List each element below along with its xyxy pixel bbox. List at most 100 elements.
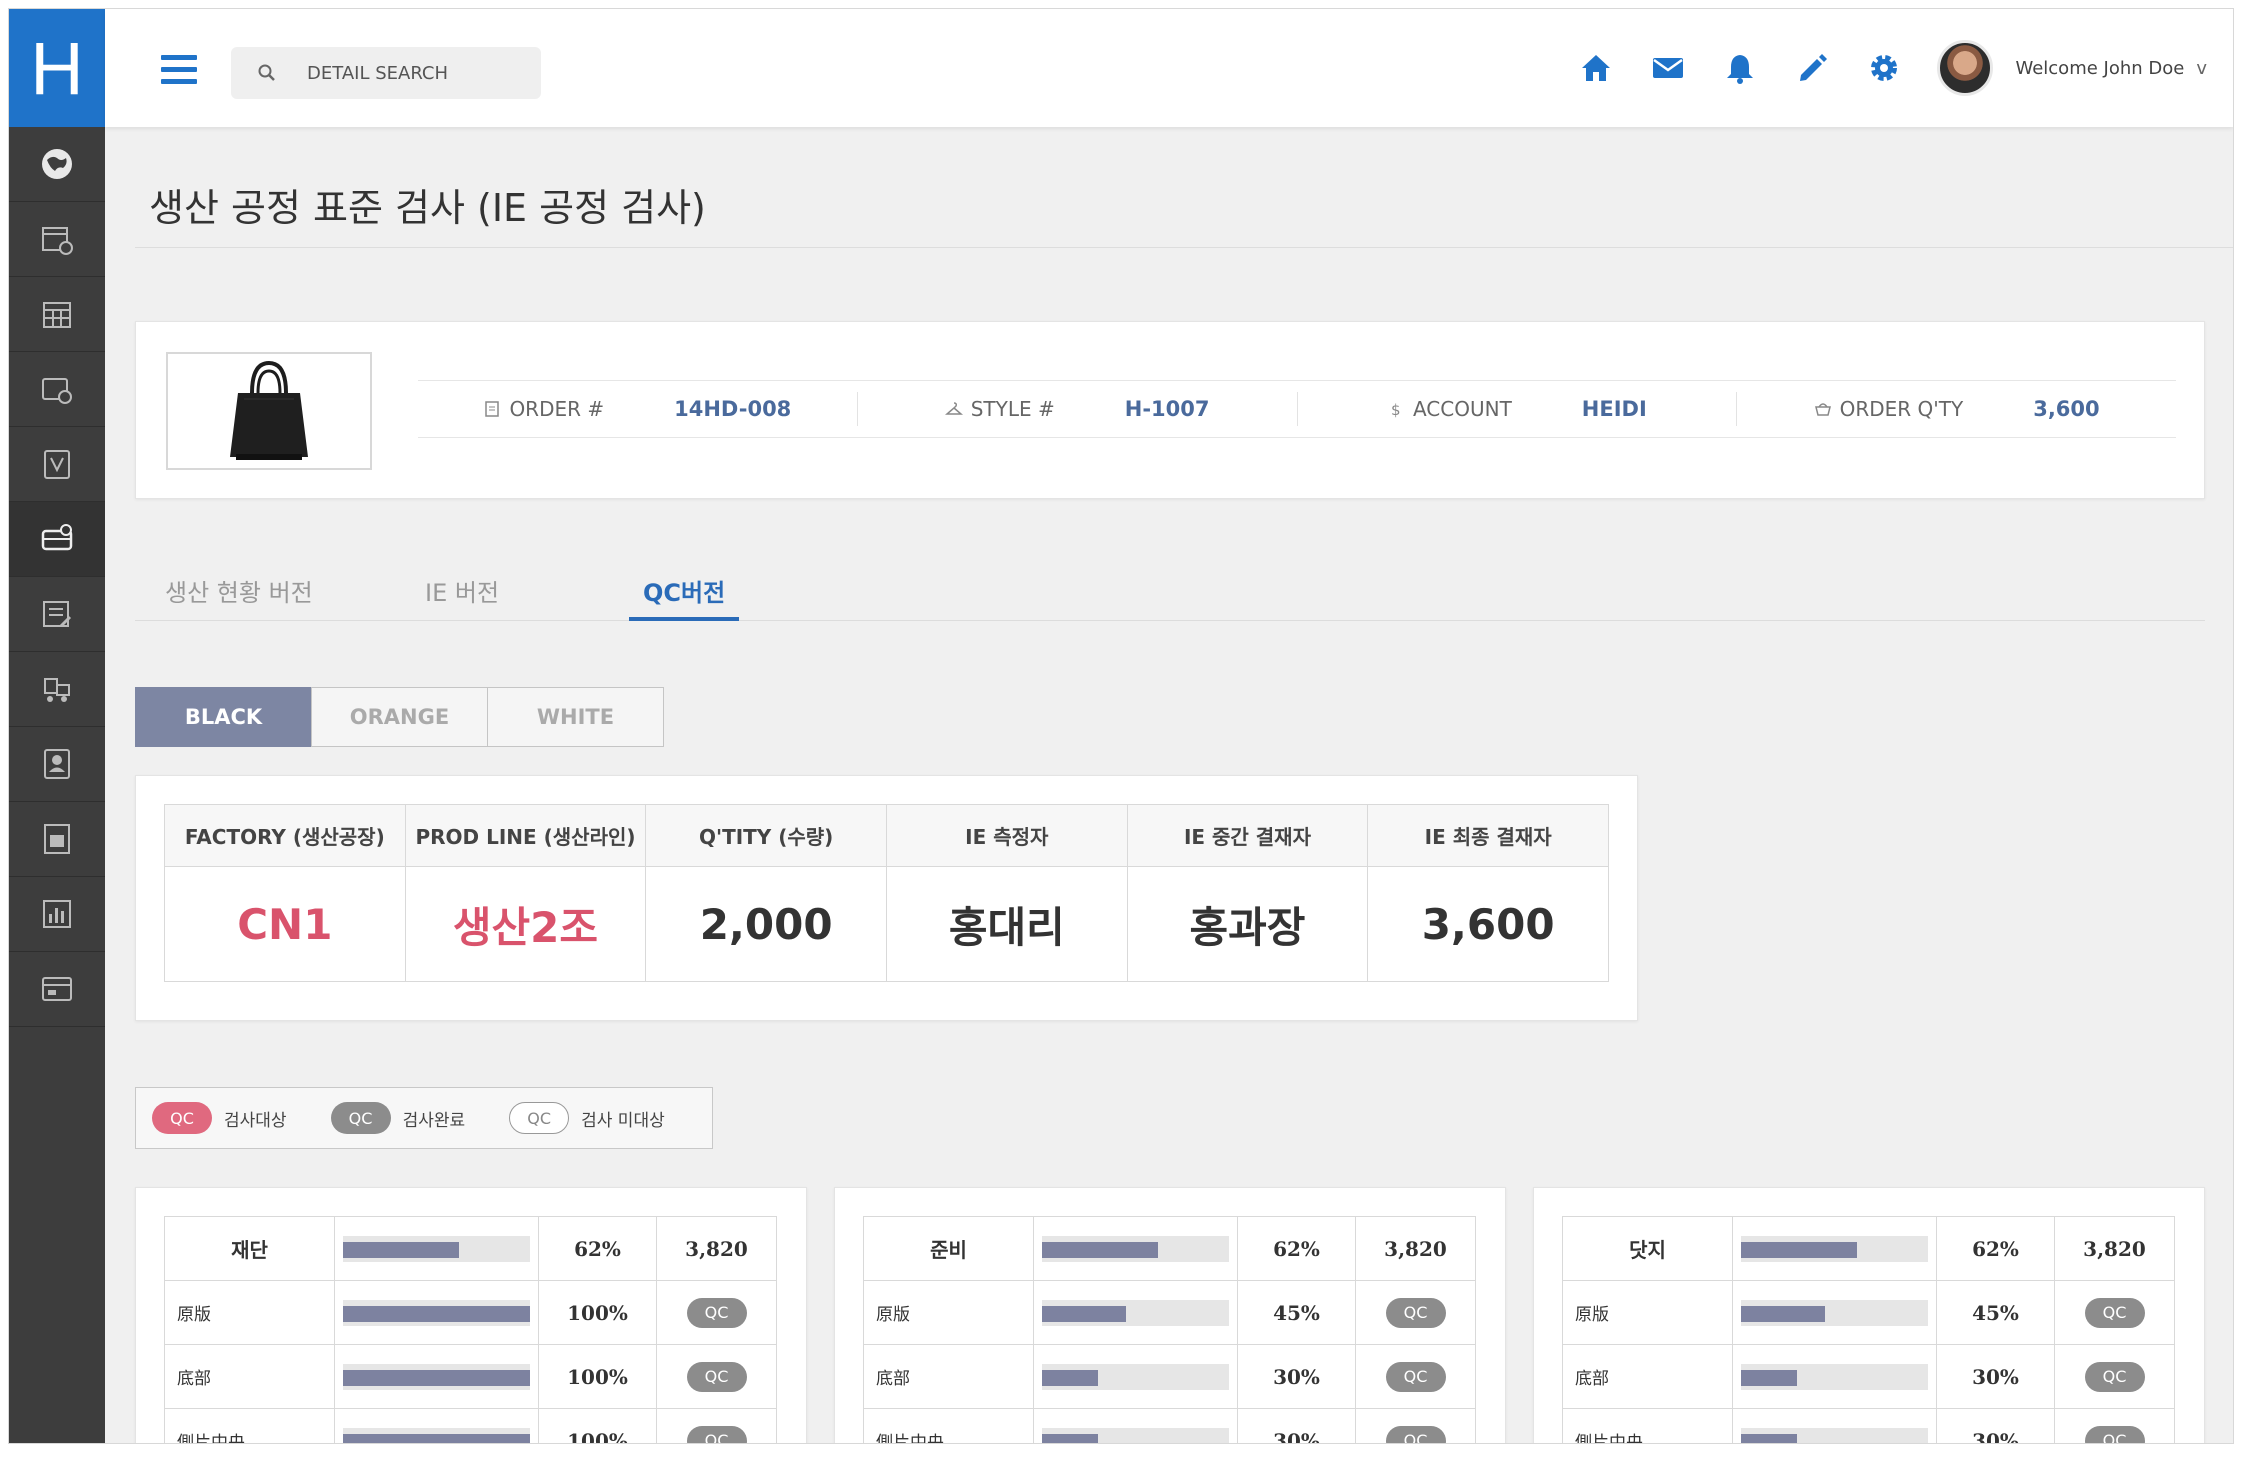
- color-button-black[interactable]: BLACK: [135, 687, 312, 747]
- qc-button[interactable]: QC: [2084, 1425, 2145, 1443]
- part-name: 側片中央: [863, 1408, 1034, 1443]
- sidebar-item-inspection[interactable]: [9, 502, 105, 577]
- welcome-text[interactable]: Welcome John Doe: [2015, 58, 2184, 79]
- process-summary-row: 닷지 62% 3,820: [1562, 1216, 2175, 1281]
- qc-button[interactable]: QC: [1385, 1297, 1446, 1328]
- bell-icon[interactable]: [1721, 49, 1759, 87]
- qc-cell: QC: [656, 1408, 777, 1443]
- process-title: 재단: [164, 1216, 335, 1281]
- progress-percent: 100%: [538, 1408, 657, 1443]
- color-button-orange[interactable]: ORANGE: [311, 687, 488, 747]
- chevron-down-icon[interactable]: v: [2196, 58, 2207, 79]
- dollar-icon: $: [1391, 401, 1401, 418]
- qc-button[interactable]: QC: [686, 1297, 747, 1328]
- qc-button[interactable]: QC: [1385, 1425, 1446, 1443]
- part-name: 底部: [1562, 1344, 1733, 1409]
- style-number-value: H-1007: [1124, 397, 1210, 421]
- forklift-icon: [44, 678, 70, 702]
- progress-bar: [1033, 1344, 1238, 1409]
- sidebar-item-schedule[interactable]: [9, 277, 105, 352]
- qc-legend: QC 검사대상 QC 검사완료 QC 검사 미대상: [135, 1087, 713, 1149]
- search-input[interactable]: [307, 62, 527, 84]
- progress-bar: [334, 1344, 539, 1409]
- progress-percent: 100%: [538, 1344, 657, 1409]
- sidebar-item-logistics[interactable]: [9, 652, 105, 727]
- avatar[interactable]: [1937, 40, 1994, 96]
- quantity-value: 2,000: [645, 866, 887, 982]
- part-name: 原版: [164, 1280, 335, 1345]
- tab-production-status[interactable]: 생산 현황 버전: [165, 573, 313, 621]
- progress-percent: 62%: [1936, 1216, 2055, 1281]
- color-button-white[interactable]: WHITE: [487, 687, 664, 747]
- sidebar-item-sfc[interactable]: [9, 802, 105, 877]
- prod-line-header: PROD LINE (생산라인): [404, 803, 647, 868]
- sfc-icon: [44, 824, 70, 854]
- detail-search[interactable]: [231, 47, 541, 99]
- pencil-icon[interactable]: [1793, 49, 1831, 87]
- tab-qc-version[interactable]: QC버전: [629, 573, 740, 621]
- process-summary-row: 재단 62% 3,820: [164, 1216, 777, 1281]
- qc-pill-not-target: QC: [509, 1102, 570, 1134]
- legend-label-done: 검사완료: [402, 1110, 466, 1131]
- order-number-value: 14HD-008: [674, 397, 792, 421]
- tab-ie-version[interactable]: IE 버전: [425, 573, 499, 621]
- globe-icon: [42, 149, 72, 179]
- handbag-icon: [230, 360, 308, 460]
- table-row: 原版 45% QC: [1562, 1280, 2175, 1345]
- divider: [135, 247, 2233, 248]
- part-name: 側片中央: [1562, 1408, 1733, 1443]
- sidebar-item-planning[interactable]: [9, 352, 105, 427]
- style-number-field: STYLE # H-1007: [858, 392, 1298, 426]
- order-qty-field: ORDER Q'TY 3,600: [1737, 392, 2176, 426]
- bar-chart-icon: [43, 900, 71, 928]
- qc-pill-target: QC: [152, 1102, 212, 1134]
- gear-icon[interactable]: [1865, 49, 1903, 87]
- progress-percent: 30%: [1237, 1344, 1356, 1409]
- sidebar: H: [9, 9, 105, 1443]
- part-name: 底部: [863, 1344, 1034, 1409]
- table-row: 側片中央 30% QC: [1562, 1408, 2175, 1443]
- sidebar-item-worker[interactable]: [9, 727, 105, 802]
- qc-cell: QC: [2054, 1344, 2175, 1409]
- order-number-field: ORDER # 14HD-008: [418, 392, 858, 426]
- part-name: 原版: [1562, 1280, 1733, 1345]
- grid-calendar-icon: [43, 302, 71, 328]
- sidebar-item-dashboard[interactable]: [9, 127, 105, 202]
- sidebar-item-calendar[interactable]: [9, 202, 105, 277]
- sidebar-item-report[interactable]: [9, 577, 105, 652]
- sidebar-item-billing[interactable]: [9, 952, 105, 1027]
- table-row: 側片中央 100% QC: [164, 1408, 777, 1443]
- account-value: HEIDI: [1581, 397, 1647, 421]
- calendar-icon: [42, 227, 73, 255]
- order-summary-card: ORDER # 14HD-008 STYLE # H-1007 $ ACCOUN…: [135, 321, 2205, 499]
- header-actions: Welcome John Doe v: [1577, 9, 2233, 127]
- progress-percent: 30%: [1936, 1408, 2055, 1443]
- progress-bar: [1732, 1280, 1937, 1345]
- qc-button[interactable]: QC: [686, 1425, 747, 1443]
- qc-button[interactable]: QC: [1385, 1361, 1446, 1392]
- qc-button[interactable]: QC: [2084, 1297, 2145, 1328]
- version-tabs: 생산 현황 버전 IE 버전 QC버전: [135, 565, 2205, 621]
- menu-toggle-icon[interactable]: [161, 55, 197, 85]
- color-selector: BLACK ORANGE WHITE: [135, 687, 664, 747]
- table-row: 側片中央 30% QC: [863, 1408, 1476, 1443]
- order-qty-label: ORDER Q'TY: [1839, 397, 1964, 421]
- basket-icon: [1814, 403, 1831, 416]
- progress-bar: [334, 1280, 539, 1345]
- id-card-icon: [44, 749, 70, 779]
- quantity-header: Q'TITY (수량): [645, 803, 887, 868]
- progress-bar: [1732, 1408, 1937, 1443]
- product-thumbnail: [166, 352, 372, 470]
- app-logo[interactable]: H: [9, 9, 105, 127]
- mail-icon[interactable]: [1649, 49, 1687, 87]
- qc-button[interactable]: QC: [2084, 1361, 2145, 1392]
- production-info-table: FACTORY (생산공장) PROD LINE (생산라인) Q'TITY (…: [164, 803, 1609, 982]
- process-title: 준비: [863, 1216, 1034, 1281]
- ie-measurer-value: 홍대리: [885, 866, 1128, 982]
- account-field: $ ACCOUNT HEIDI: [1298, 392, 1738, 426]
- home-icon[interactable]: [1577, 49, 1615, 87]
- order-info-bar: ORDER # 14HD-008 STYLE # H-1007 $ ACCOUN…: [418, 380, 2176, 438]
- sidebar-item-measure[interactable]: [9, 427, 105, 502]
- sidebar-item-statistics[interactable]: [9, 877, 105, 952]
- qc-button[interactable]: QC: [686, 1361, 747, 1392]
